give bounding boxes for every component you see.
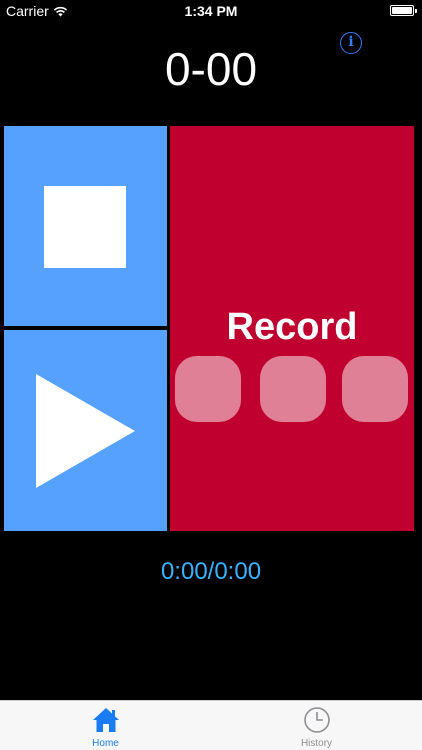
status-time: 1:34 PM: [184, 3, 238, 19]
tab-history-label: History: [300, 738, 333, 749]
tab-bar: Home History: [0, 700, 422, 750]
play-icon: [36, 374, 135, 488]
counter-title: 0-00: [164, 43, 258, 95]
battery-level: [392, 7, 412, 14]
record-dot: [175, 356, 241, 422]
stop-icon: [44, 186, 126, 268]
tab-home[interactable]: Home: [0, 701, 211, 750]
record-button[interactable]: Record: [170, 126, 414, 531]
ellipsis-icon: [175, 356, 411, 422]
battery-icon: [390, 5, 417, 16]
record-dot: [260, 356, 326, 422]
home-icon: [92, 708, 119, 732]
playback-time-readout: 0:00/0:00: [160, 558, 262, 585]
record-label: Record: [226, 306, 358, 348]
play-button[interactable]: [4, 330, 167, 531]
app-screen: Carrier 1:34 PM i 0-00 Record 0:00/0:00 …: [0, 0, 422, 750]
record-dot: [342, 356, 408, 422]
tab-home-label: Home: [92, 738, 119, 749]
tab-history[interactable]: History: [211, 701, 422, 750]
status-bar: Carrier 1:34 PM: [0, 0, 422, 22]
stop-button[interactable]: [4, 126, 167, 326]
clock-icon: [303, 707, 330, 733]
